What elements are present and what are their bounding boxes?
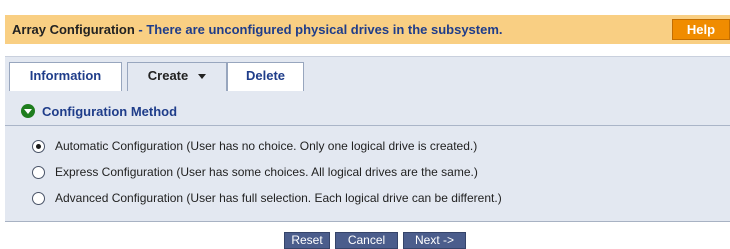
option-label: Automatic Configuration (User has no cho… xyxy=(55,139,478,153)
tab-create[interactable]: Create xyxy=(127,62,227,92)
radio-advanced[interactable] xyxy=(32,192,45,205)
title-status-message: - There are unconfigured physical drives… xyxy=(134,22,503,37)
reset-button[interactable]: Reset xyxy=(284,232,330,249)
tab-delete[interactable]: Delete xyxy=(227,62,304,92)
configuration-method-panel: Configuration Method Automatic Configura… xyxy=(5,91,730,222)
cancel-button[interactable]: Cancel xyxy=(335,232,398,249)
option-label: Advanced Configuration (User has full se… xyxy=(55,191,502,205)
page-title: Array Configuration - There are unconfig… xyxy=(12,22,503,37)
help-button[interactable]: Help xyxy=(672,19,730,40)
chevron-down-icon[interactable] xyxy=(198,74,207,80)
tab-bar: Information Create Delete xyxy=(5,56,730,92)
radio-automatic[interactable] xyxy=(32,140,45,153)
title-main: Array Configuration xyxy=(12,22,135,37)
collapse-icon[interactable] xyxy=(21,104,35,118)
section-title: Configuration Method xyxy=(42,104,178,119)
next-button[interactable]: Next -> xyxy=(403,232,466,249)
page-header: Array Configuration - There are unconfig… xyxy=(5,15,730,44)
radio-express[interactable] xyxy=(32,166,45,179)
tab-information[interactable]: Information xyxy=(9,62,122,92)
action-buttons: Reset Cancel Next -> xyxy=(0,229,730,249)
option-label: Express Configuration (User has some cho… xyxy=(55,165,478,179)
tab-create-label: Create xyxy=(147,68,189,83)
section-header[interactable]: Configuration Method xyxy=(5,98,730,126)
